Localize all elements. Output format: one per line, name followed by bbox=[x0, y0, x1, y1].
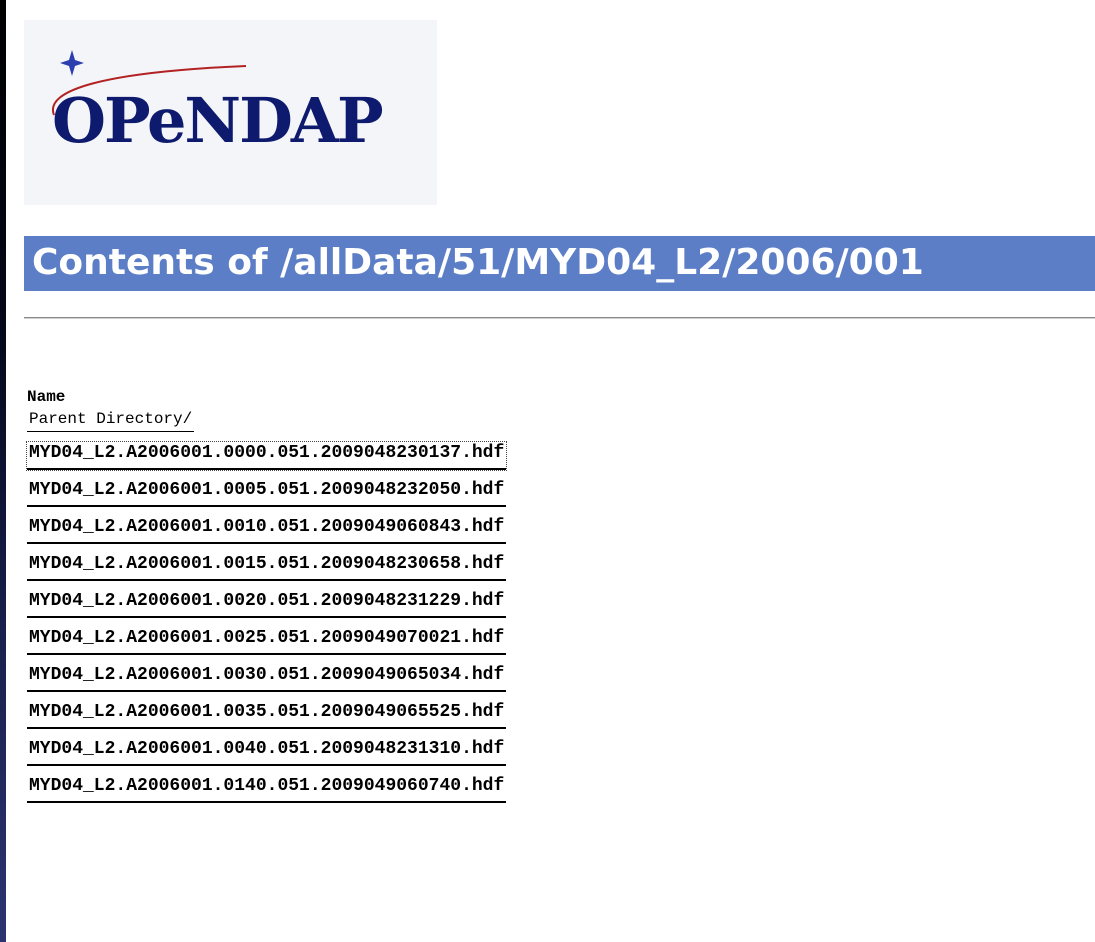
slide-frame: OPeNDAP Contents of /allData/51/MYD04_L2… bbox=[0, 0, 1095, 942]
horizontal-divider bbox=[24, 317, 1095, 319]
file-listing: Name Parent Directory/ MYD04_L2.A2006001… bbox=[25, 386, 508, 812]
file-link[interactable]: MYD04_L2.A2006001.0010.051.2009049060843… bbox=[27, 516, 507, 544]
star-icon bbox=[60, 50, 84, 76]
file-link[interactable]: MYD04_L2.A2006001.0025.051.2009049070021… bbox=[27, 627, 507, 655]
file-row: MYD04_L2.A2006001.0140.051.2009049060740… bbox=[27, 775, 507, 812]
file-row: MYD04_L2.A2006001.0040.051.2009048231310… bbox=[27, 738, 507, 775]
file-link[interactable]: MYD04_L2.A2006001.0015.051.2009048230658… bbox=[27, 553, 507, 581]
page-title: Contents of /allData/51/MYD04_L2/2006/00… bbox=[32, 242, 924, 283]
opendap-logo[interactable]: OPeNDAP bbox=[24, 20, 437, 205]
file-list: MYD04_L2.A2006001.0000.051.2009048230137… bbox=[25, 441, 508, 812]
parent-directory-link[interactable]: Parent Directory/ bbox=[27, 409, 195, 432]
file-row: MYD04_L2.A2006001.0015.051.2009048230658… bbox=[27, 553, 507, 590]
logo-wordmark: OPeNDAP bbox=[52, 84, 384, 157]
file-row: MYD04_L2.A2006001.0010.051.2009049060843… bbox=[27, 516, 507, 553]
column-header-name: Name bbox=[27, 388, 66, 406]
file-link[interactable]: MYD04_L2.A2006001.0140.051.2009049060740… bbox=[27, 775, 507, 803]
directory-page: OPeNDAP Contents of /allData/51/MYD04_L2… bbox=[6, 0, 1095, 942]
file-row: MYD04_L2.A2006001.0000.051.2009048230137… bbox=[25, 441, 508, 479]
file-link[interactable]: MYD04_L2.A2006001.0040.051.2009048231310… bbox=[27, 738, 507, 766]
file-link[interactable]: MYD04_L2.A2006001.0000.051.2009048230137… bbox=[25, 441, 508, 471]
file-link[interactable]: MYD04_L2.A2006001.0005.051.2009048232050… bbox=[27, 479, 507, 507]
file-row: MYD04_L2.A2006001.0020.051.2009048231229… bbox=[27, 590, 507, 627]
page-title-bar: Contents of /allData/51/MYD04_L2/2006/00… bbox=[24, 236, 1095, 291]
file-row: MYD04_L2.A2006001.0025.051.2009049070021… bbox=[27, 627, 507, 664]
file-row: MYD04_L2.A2006001.0035.051.2009049065525… bbox=[27, 701, 507, 738]
file-row: MYD04_L2.A2006001.0030.051.2009049065034… bbox=[27, 664, 507, 701]
parent-directory-row: Parent Directory/ bbox=[27, 408, 506, 442]
file-link[interactable]: MYD04_L2.A2006001.0030.051.2009049065034… bbox=[27, 664, 507, 692]
file-link[interactable]: MYD04_L2.A2006001.0020.051.2009048231229… bbox=[27, 590, 507, 618]
file-link[interactable]: MYD04_L2.A2006001.0035.051.2009049065525… bbox=[27, 701, 507, 729]
file-row: MYD04_L2.A2006001.0005.051.2009048232050… bbox=[27, 479, 507, 516]
